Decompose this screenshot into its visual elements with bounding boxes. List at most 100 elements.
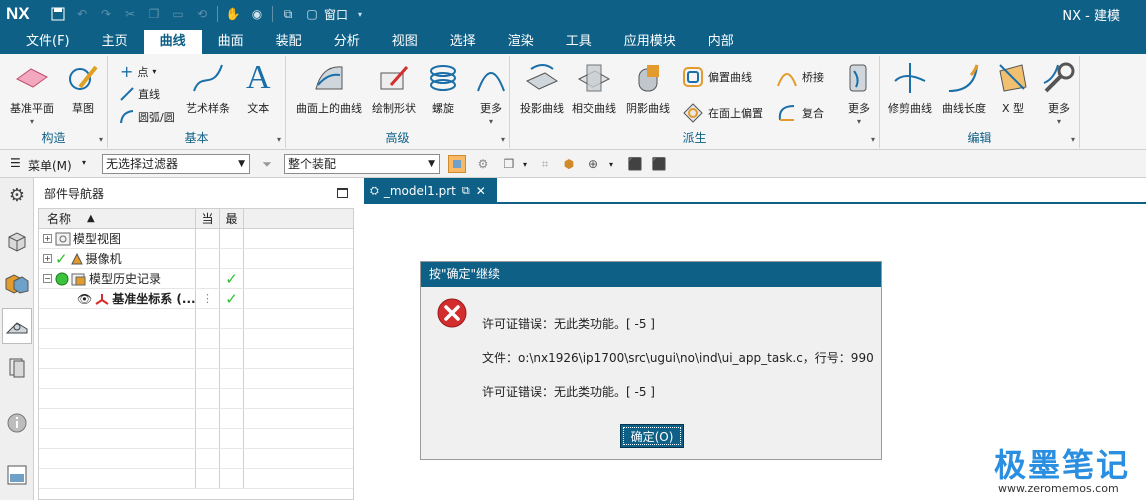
paste-icon[interactable]: ▭ bbox=[169, 5, 187, 23]
chevron-down-icon: ▾ bbox=[1056, 117, 1061, 126]
document-tab[interactable]: ⛭ _model1.prt ⧉ ✕ bbox=[364, 178, 497, 204]
tab-surface[interactable]: 曲面 bbox=[202, 30, 260, 54]
undo-icon[interactable]: ↶ bbox=[73, 5, 91, 23]
column-current[interactable]: 当 bbox=[196, 209, 220, 228]
crosshair-icon[interactable]: ⊕ bbox=[584, 155, 602, 173]
chevron-down-icon: ▼ bbox=[238, 159, 245, 169]
bridge-icon bbox=[777, 73, 797, 87]
expand-icon[interactable]: + bbox=[43, 234, 52, 243]
tab-select[interactable]: 选择 bbox=[434, 30, 492, 54]
history-icon[interactable] bbox=[3, 460, 31, 490]
menu-icon[interactable]: ☰ bbox=[10, 156, 21, 170]
tab-assembly[interactable]: 装配 bbox=[260, 30, 318, 54]
info-icon[interactable] bbox=[3, 408, 31, 438]
tab-analysis[interactable]: 分析 bbox=[318, 30, 376, 54]
bridge-button[interactable]: 桥接 bbox=[776, 66, 824, 88]
chevron-down-icon[interactable]: ▾ bbox=[871, 135, 875, 144]
assembly-navigator-icon[interactable] bbox=[3, 226, 31, 256]
chevron-down-icon[interactable]: ▾ bbox=[602, 155, 620, 173]
expand-icon[interactable]: + bbox=[43, 254, 52, 263]
component-icon[interactable]: ⬛ bbox=[650, 155, 668, 173]
curve-length-button[interactable]: 曲线长度 bbox=[942, 60, 986, 116]
filter-funnel-icon[interactable]: ⏷ bbox=[258, 155, 276, 173]
tab-internal[interactable]: 内部 bbox=[692, 30, 750, 54]
copy-icon[interactable]: ❐ bbox=[145, 5, 163, 23]
tab-curve[interactable]: 曲线 bbox=[143, 30, 202, 54]
repeat-command-icon[interactable]: ⟲ bbox=[193, 5, 211, 23]
tab-view[interactable]: 视图 bbox=[376, 30, 434, 54]
redo-icon[interactable]: ↷ bbox=[97, 5, 115, 23]
art-spline-button[interactable]: 艺术样条 bbox=[186, 60, 230, 116]
chevron-down-icon[interactable]: ▾ bbox=[501, 135, 505, 144]
status-ok-icon bbox=[55, 272, 69, 286]
chevron-down-icon[interactable]: ▾ bbox=[99, 135, 103, 144]
offset-curve-button[interactable]: 偏置曲线 bbox=[682, 66, 752, 88]
ok-button[interactable]: 确定(O) bbox=[620, 424, 684, 448]
touch-mode-icon[interactable]: ✋ bbox=[224, 5, 242, 23]
text-button[interactable]: A 文本 bbox=[246, 59, 271, 116]
arc-circle-button[interactable]: 圆弧/圆 bbox=[120, 109, 175, 125]
intersect-curve-button[interactable]: 相交曲线 bbox=[572, 60, 616, 116]
tree-row-model-history[interactable]: − 模型历史记录 ✓ bbox=[39, 269, 353, 289]
select-features-icon[interactable] bbox=[448, 155, 466, 173]
inference-icon[interactable]: ⌗ bbox=[536, 155, 554, 173]
more-derived-button[interactable]: 更多 ▾ bbox=[842, 60, 876, 126]
chevron-down-icon[interactable]: ▾ bbox=[1071, 135, 1075, 144]
shadow-curve-button[interactable]: 阴影曲线 bbox=[626, 60, 670, 116]
menu-button[interactable]: 菜单(M) bbox=[28, 157, 72, 174]
tree-row-cameras[interactable]: + ✓ 摄像机 bbox=[39, 249, 353, 269]
eye-view-icon[interactable]: ◉ bbox=[248, 5, 266, 23]
window-icon[interactable]: ▢ bbox=[303, 5, 321, 23]
tab-file[interactable]: 文件(F) bbox=[10, 30, 86, 54]
tab-applications[interactable]: 应用模块 bbox=[608, 30, 692, 54]
offset-on-face-button[interactable]: 在面上偏置 bbox=[682, 102, 763, 124]
window-menu[interactable]: 窗口 bbox=[324, 6, 348, 23]
datum-plane-button[interactable]: 基准平面 ▾ bbox=[10, 60, 54, 126]
draw-shape-button[interactable]: 绘制形状 bbox=[372, 60, 416, 116]
cut-icon[interactable]: ✂ bbox=[121, 5, 139, 23]
part-navigator-icon[interactable] bbox=[2, 308, 32, 344]
close-icon[interactable]: ✕ bbox=[476, 184, 486, 198]
sketch-label: 草图 bbox=[72, 102, 94, 115]
reuse-library-icon[interactable] bbox=[3, 352, 31, 382]
line-label: 直线 bbox=[138, 88, 160, 101]
body-icon[interactable]: ⬛ bbox=[626, 155, 644, 173]
visibility-eye-icon[interactable]: 👁 bbox=[77, 292, 92, 306]
assembly-scope-dropdown[interactable]: 整个装配 ▼ bbox=[284, 154, 440, 174]
tree-row-model-views[interactable]: + 模型视图 bbox=[39, 229, 353, 249]
constraint-navigator-icon[interactable] bbox=[3, 268, 31, 298]
part-file-icon: ⛭ bbox=[370, 184, 379, 197]
column-name[interactable]: 名称 ▲ bbox=[39, 209, 196, 228]
pop-out-icon[interactable]: ⧉ bbox=[462, 184, 470, 198]
chevron-down-icon[interactable]: ▾ bbox=[351, 5, 369, 23]
project-curve-button[interactable]: 投影曲线 bbox=[520, 60, 564, 116]
tab-home[interactable]: 主页 bbox=[86, 30, 144, 54]
maximize-icon[interactable] bbox=[337, 188, 348, 198]
helix-button[interactable]: 螺旋 bbox=[426, 60, 460, 116]
more-edit-button[interactable]: 更多 ▾ bbox=[1042, 60, 1076, 126]
part-navigator: 部件导航器 名称 ▲ 当 最 + 模型视图 + ✓ 摄像机 − 模型历史记录 ✓… bbox=[38, 178, 354, 500]
composite-button[interactable]: 复合 bbox=[776, 102, 824, 124]
chevron-down-icon[interactable]: ▾ bbox=[82, 158, 86, 167]
switch-window-icon[interactable]: ⧉ bbox=[279, 5, 297, 23]
snap-point-icon[interactable]: ⚙ bbox=[474, 155, 492, 173]
more-advanced-button[interactable]: 更多 ▾ bbox=[474, 60, 508, 126]
chevron-down-icon[interactable]: ▾ bbox=[516, 155, 534, 173]
ribbon-tabs: 文件(F) 主页 曲线 曲面 装配 分析 视图 选择 渲染 工具 应用模块 内部 bbox=[0, 28, 1146, 54]
line-button[interactable]: 直线 bbox=[120, 86, 160, 102]
tab-tools[interactable]: 工具 bbox=[550, 30, 608, 54]
tab-render[interactable]: 渲染 bbox=[492, 30, 550, 54]
trim-curve-button[interactable]: 修剪曲线 bbox=[888, 60, 932, 116]
point-button[interactable]: + 点 ▾ bbox=[120, 62, 156, 81]
collapse-icon[interactable]: − bbox=[43, 274, 52, 283]
chevron-down-icon[interactable]: ▾ bbox=[277, 135, 281, 144]
settings-icon[interactable]: ⚙ bbox=[3, 180, 31, 210]
curve-on-surface-button[interactable]: 曲面上的曲线 bbox=[296, 60, 362, 116]
save-icon[interactable] bbox=[49, 5, 67, 23]
selection-filter-dropdown[interactable]: 无选择过滤器 ▼ bbox=[102, 154, 250, 174]
cube-select-icon[interactable]: ⬢ bbox=[560, 155, 578, 173]
column-latest[interactable]: 最 bbox=[220, 209, 244, 228]
sketch-button[interactable]: 草图 bbox=[66, 60, 100, 116]
tree-row-datum-csys[interactable]: 👁 基准坐标系 (... ⋮ ✓ bbox=[39, 289, 353, 309]
x-type-button[interactable]: X 型 bbox=[996, 60, 1030, 116]
